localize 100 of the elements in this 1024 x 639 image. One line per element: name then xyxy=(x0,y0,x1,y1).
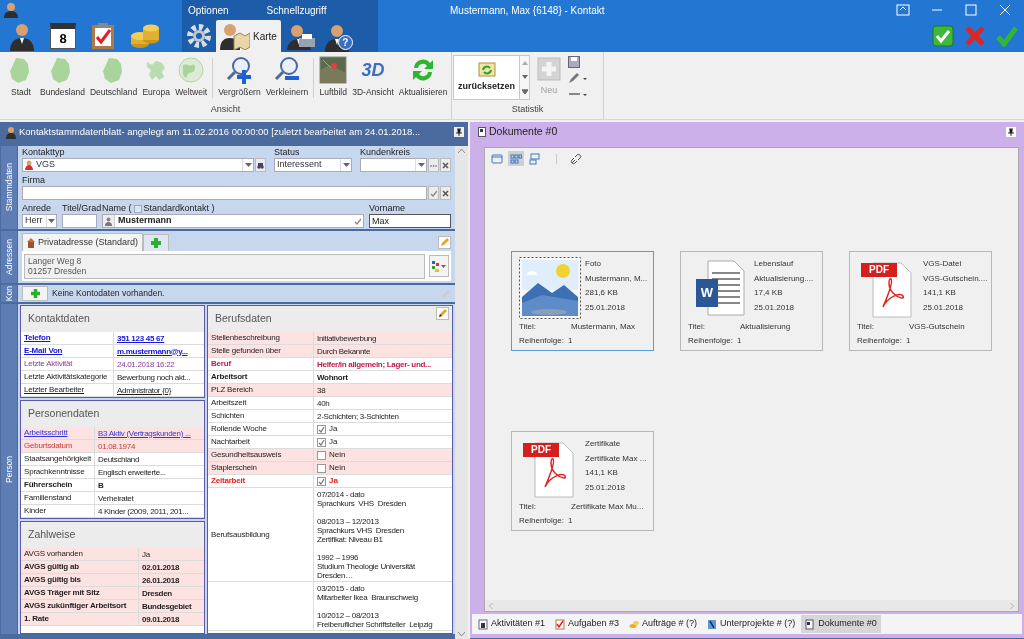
panel-title: Dokumente #0 xyxy=(489,124,559,140)
combo-field[interactable] xyxy=(360,158,427,172)
restore-icon[interactable] xyxy=(896,4,910,16)
table-cell: Kinder xyxy=(24,505,46,517)
dropdown-icon[interactable] xyxy=(47,219,55,223)
field-label: Kundenkreis xyxy=(360,147,412,158)
side-tab[interactable]: Stammdaten xyxy=(1,146,17,229)
file-info: 25.01.2018 xyxy=(585,301,627,314)
add-icon xyxy=(537,57,561,81)
table-cell: 03/2015 - dato Mitarbeiter Ikea Braunschweig 10/2012 – 08/2013 Freiberuflicher Schriftsteller Leipzig xyxy=(317,582,433,630)
pin-icon[interactable] xyxy=(1006,127,1016,137)
pencil-dropdown-icon[interactable] xyxy=(568,72,588,84)
dropdown-icon[interactable] xyxy=(244,163,252,167)
address-tab[interactable]: Privatadresse (Standard) xyxy=(22,233,144,251)
file-info: VGS-Gutschein.... xyxy=(923,272,988,285)
clear-button[interactable] xyxy=(440,186,451,200)
file-info: 25.01.2018 xyxy=(923,301,965,314)
ribbon-button[interactable]: Luftbild xyxy=(318,56,349,99)
add-button[interactable] xyxy=(22,286,48,301)
confirm-button[interactable] xyxy=(428,186,439,200)
file-info: 141,1 KB xyxy=(923,287,957,299)
field-label: Firma xyxy=(22,175,46,186)
ribbon-button[interactable]: Bundesland xyxy=(39,56,86,99)
document-card[interactable]: Foto Mustermann, M... 281,6 KB 25.01.2018 Titel: Mustermann, Max Reihenfolge: 1 xyxy=(511,251,654,351)
person-map-icon xyxy=(220,22,250,50)
close-icon xyxy=(442,161,449,169)
view-button[interactable] xyxy=(527,151,543,166)
bottom-tab[interactable]: Aufgaben #3 xyxy=(551,615,624,633)
checkbox[interactable] xyxy=(133,204,142,213)
field-label: Titel: xyxy=(519,321,538,333)
close-icon[interactable] xyxy=(998,4,1012,16)
add-address-tab[interactable] xyxy=(143,234,170,251)
edit-button[interactable] xyxy=(436,307,449,320)
maximize-icon[interactable] xyxy=(964,4,978,16)
clear-button[interactable] xyxy=(440,158,451,172)
check-icon[interactable] xyxy=(996,25,1018,47)
map-dropdown-button[interactable] xyxy=(429,255,449,277)
side-tab[interactable]: Kon xyxy=(1,285,17,302)
confirm-icon[interactable] xyxy=(932,25,954,47)
scrollbar[interactable] xyxy=(455,146,468,639)
ribbon-button[interactable]: Verkleinern xyxy=(264,56,310,99)
gallery-item[interactable]: zurücksetzen xyxy=(453,55,520,100)
combo-field[interactable]: VGS xyxy=(22,158,254,172)
field-value: 1 xyxy=(567,515,573,527)
save-icon[interactable] xyxy=(568,56,580,68)
ribbon-tab[interactable]: ? xyxy=(318,20,357,52)
group-label: Ansicht xyxy=(210,103,241,117)
dropdown-icon[interactable] xyxy=(342,163,350,167)
table-cell: Führerschein xyxy=(24,479,73,491)
view-button[interactable] xyxy=(489,151,505,166)
tab-group-label: Schnellzugriff xyxy=(266,3,327,18)
document-card[interactable]: W Lebenslauf Aktualisierung.... 17,4 KB 25.01.2018 Titel: Aktualisierung Reihenfolge: 1 xyxy=(680,251,823,351)
ribbon-button[interactable]: Aktualisieren xyxy=(397,56,449,99)
field-label: Name ( xyxy=(102,203,132,214)
table-cell: 01.08.1974 xyxy=(98,440,136,452)
scrollbar[interactable] xyxy=(485,600,1018,611)
file-info: 17,4 KB xyxy=(754,287,784,299)
bottom-tab[interactable]: Dokumente #0 xyxy=(801,615,881,633)
ribbon-button[interactable]: Europa xyxy=(141,56,172,99)
globe-icon xyxy=(177,56,206,84)
side-tab[interactable]: Adressen xyxy=(1,231,17,283)
text-field[interactable]: Max xyxy=(369,214,451,228)
text-field[interactable] xyxy=(62,214,97,228)
pin-icon[interactable] xyxy=(454,127,464,137)
side-tab[interactable]: Person xyxy=(1,304,17,634)
file-info: 25.01.2018 xyxy=(754,301,796,314)
ribbon-button[interactable]: Stadt xyxy=(6,56,36,99)
table-cell: Letzte Aktivität xyxy=(24,358,73,370)
table-cell: Letzter Bearbeiter xyxy=(24,384,84,396)
bottom-tab[interactable]: Aufträge # (?) xyxy=(625,615,702,633)
field-label: Vorname xyxy=(369,203,407,214)
address-line: Langer Weg 8 xyxy=(28,256,83,266)
caret-icon xyxy=(441,264,446,268)
document-card[interactable]: PDF VGS-Datei VGS-Gutschein.... 141,1 KB 25.01.2018 Titel: VGS-Gutschein Reihenfolge: 1 xyxy=(849,251,992,351)
table-cell: Wohnort xyxy=(317,371,348,383)
coins-icon xyxy=(629,618,640,630)
ribbon-button[interactable]: Deutschland xyxy=(88,56,139,99)
ribbon-button[interactable]: Weltweit xyxy=(174,56,209,99)
table-cell: Schichten xyxy=(211,410,245,422)
dropdown-icon[interactable] xyxy=(417,163,425,167)
bottom-tab[interactable]: Unterprojekte # (?) xyxy=(703,615,800,633)
document-card[interactable]: PDF Zertifikate Zertifikate Max ... 141,1 KB 25.01.2018 Titel: Zertifikate Max Mu... Reihenfolge: 1 xyxy=(511,431,654,531)
table-cell: AVGS Träger mit Sitz xyxy=(24,587,100,599)
gallery-scroller[interactable] xyxy=(520,55,530,100)
bottom-tab[interactable]: Aktivitäten #1 xyxy=(474,615,550,633)
combo-field[interactable]: Herr xyxy=(22,214,57,228)
ribbon-button[interactable]: 3D 3D-Ansicht xyxy=(351,56,395,99)
table-cell: Arbeitsschritt xyxy=(24,427,68,439)
text-field[interactable]: Mustermann xyxy=(102,214,364,228)
pencil-icon xyxy=(440,238,449,247)
ribbon-button[interactable]: Vergrößern xyxy=(217,56,262,99)
scroll-up-icon xyxy=(458,149,465,153)
card-title: Zahlweise xyxy=(28,527,76,543)
field-label: Standardkontakt ) xyxy=(143,203,215,214)
combo-field[interactable]: Interessent xyxy=(274,158,352,172)
text-field[interactable] xyxy=(22,186,427,200)
person-icon xyxy=(105,216,112,226)
ribbon-tab[interactable]: Karte xyxy=(216,20,281,52)
binoculars-button[interactable] xyxy=(255,158,266,172)
link-icon[interactable] xyxy=(570,152,582,165)
